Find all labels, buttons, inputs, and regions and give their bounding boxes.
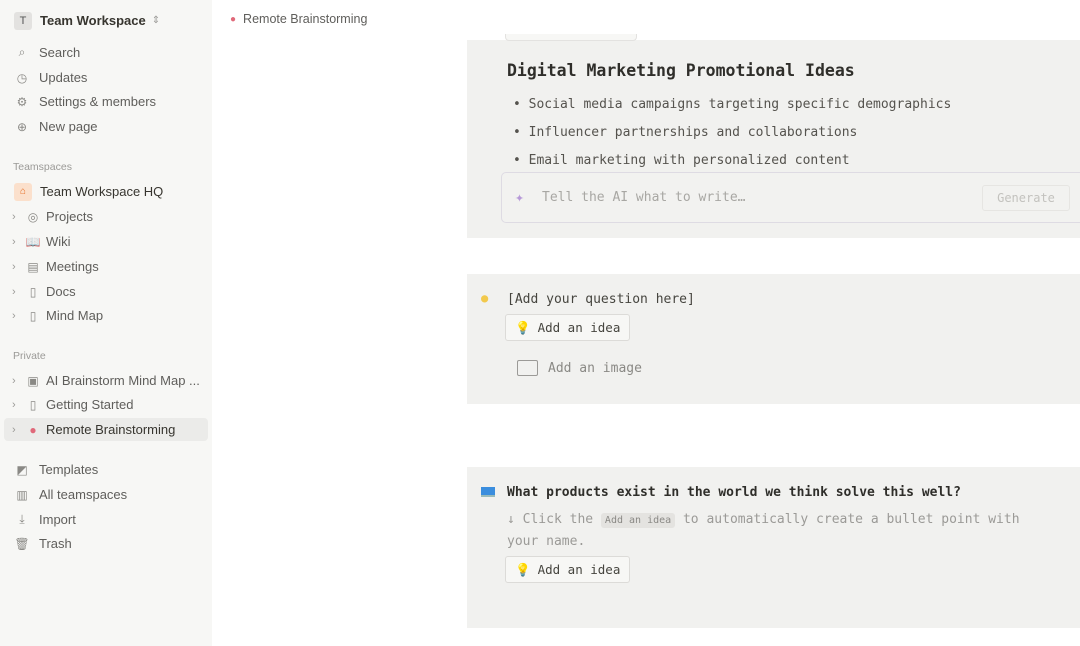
- chevron-right-icon[interactable]: ›: [12, 375, 22, 387]
- sidebar-item-updates[interactable]: ◷ Updates: [4, 66, 208, 89]
- button-label: Add an image: [548, 360, 642, 376]
- sidebar-item-templates[interactable]: ◩ Templates: [4, 458, 208, 481]
- sidebar-item-label: Search: [39, 45, 81, 60]
- search-icon: ⌕: [18, 45, 26, 59]
- gear-icon: ⚙: [16, 94, 28, 109]
- lightbulb-icon: ●: [481, 291, 489, 305]
- brain-icon: ●: [230, 13, 237, 25]
- question-text[interactable]: [Add your question here]: [507, 292, 695, 307]
- hint-chip: Add an idea: [600, 513, 676, 528]
- sidebar-item-label: Updates: [39, 70, 88, 85]
- sidebar-item-label: Team Workspace HQ: [40, 184, 164, 199]
- sidebar-item-trash[interactable]: 🗑 Trash: [4, 532, 208, 555]
- sidebar-item-label: Wiki: [46, 234, 71, 249]
- sparkle-icon: ✦: [515, 188, 525, 206]
- chevron-right-icon[interactable]: ›: [12, 399, 22, 411]
- page-icon: ▯: [29, 308, 37, 323]
- question-text[interactable]: What products exist in the world we thin…: [507, 485, 961, 500]
- sidebar-item-label: Projects: [46, 209, 93, 224]
- sidebar-item-team-hq[interactable]: ⌂ Team Workspace HQ: [4, 180, 208, 203]
- sidebar-item-meetings[interactable]: › ▤ Meetings: [4, 255, 208, 278]
- trash-icon: 🗑: [14, 536, 30, 551]
- chevron-right-icon[interactable]: ›: [12, 310, 22, 322]
- private-heading: Private: [13, 350, 46, 362]
- lightbulb-icon: 💡: [515, 561, 531, 577]
- sidebar-item-import[interactable]: ⤓ Import: [4, 508, 208, 531]
- sidebar-item-label: Docs: [46, 284, 76, 299]
- book-icon: 📖: [25, 234, 41, 249]
- calendar-icon: ▤: [27, 259, 39, 274]
- button-label: Add an idea: [537, 562, 621, 577]
- bullet-item: • Influencer partnerships and collaborat…: [513, 125, 858, 140]
- workspace-switcher[interactable]: T Team Workspace ⇕: [4, 9, 208, 32]
- sidebar: T Team Workspace ⇕ ⌕ Search ◷ Updates ⚙ Set…: [0, 0, 212, 646]
- add-idea-button[interactable]: 💡 Add an idea: [505, 314, 631, 341]
- chevron-right-icon[interactable]: ›: [12, 211, 22, 223]
- breadcrumb[interactable]: ● Remote Brainstorming: [230, 12, 367, 26]
- add-idea-button[interactable]: 💡 Add an idea: [505, 556, 631, 583]
- chevron-right-icon[interactable]: ›: [12, 261, 22, 273]
- sidebar-item-label: Import: [39, 512, 76, 527]
- sidebar-item-ai-brainstorm[interactable]: › ▣ AI Brainstorm Mind Map ...: [4, 369, 208, 392]
- sidebar-item-projects[interactable]: › ◎ Projects: [4, 205, 208, 228]
- ai-block-title: Digital Marketing Promotional Ideas: [507, 61, 855, 80]
- clock-icon: ◷: [16, 70, 28, 85]
- sidebar-item-wiki[interactable]: › 📖 Wiki: [4, 230, 208, 253]
- sidebar-item-getting-started[interactable]: › ▯ Getting Started: [4, 393, 208, 416]
- sidebar-item-label: Settings & members: [39, 94, 157, 109]
- generate-button[interactable]: Generate: [982, 185, 1070, 211]
- sidebar-item-docs[interactable]: › ▯ Docs: [4, 280, 208, 303]
- target-icon: ◎: [27, 209, 39, 224]
- ai-bullets: • Social media campaigns targeting speci…: [513, 91, 951, 175]
- document-icon: ▯: [29, 397, 37, 412]
- sidebar-item-label: Templates: [39, 462, 99, 477]
- sidebar-item-search[interactable]: ⌕ Search: [4, 41, 208, 64]
- lightbulb-icon: 💡: [515, 319, 531, 335]
- sidebar-item-label: New page: [39, 119, 98, 134]
- sidebar-item-new-page[interactable]: ⊕ New page: [4, 115, 208, 138]
- chevron-right-icon[interactable]: ›: [12, 424, 22, 436]
- sidebar-item-label: Getting Started: [46, 397, 134, 412]
- sidebar-item-label: Mind Map: [46, 308, 104, 323]
- chevron-updown-icon: ⇕: [151, 15, 161, 26]
- hint-text: ↓ Click the Add an idea to automatically…: [507, 512, 1020, 549]
- image-icon: [517, 360, 538, 376]
- sidebar-item-label: Meetings: [46, 259, 99, 274]
- workspace-avatar: T: [14, 11, 32, 30]
- sidebar-item-settings[interactable]: ⚙ Settings & members: [4, 90, 208, 113]
- import-icon: ⤓: [19, 512, 25, 526]
- sidebar-item-label: Remote Brainstorming: [46, 422, 176, 437]
- sidebar-item-label: AI Brainstorm Mind Map ...: [46, 373, 200, 388]
- brain-icon: ●: [29, 422, 37, 437]
- ai-block: Digital Marketing Promotional Ideas • So…: [467, 34, 1080, 238]
- button-label: Add an idea: [537, 320, 621, 335]
- sidebar-item-label: All teamspaces: [39, 487, 128, 502]
- ai-prompt-input[interactable]: ✦ Tell the AI what to write… Generate: [501, 172, 1080, 223]
- block-tab[interactable]: [505, 34, 637, 41]
- breadcrumb-page[interactable]: Remote Brainstorming: [243, 12, 367, 26]
- laptop-icon: [481, 487, 495, 497]
- home-icon: ⌂: [14, 182, 32, 201]
- templates-icon: ◩: [16, 462, 28, 477]
- teamspaces-heading: Teamspaces: [13, 161, 72, 173]
- products-block: What products exist in the world we thin…: [467, 467, 1080, 628]
- sidebar-item-mind-map[interactable]: › ▯ Mind Map: [4, 304, 208, 327]
- bullet-item: • Social media campaigns targeting speci…: [513, 97, 952, 112]
- board-icon: ▣: [27, 373, 39, 388]
- workspace-name: Team Workspace: [40, 13, 146, 28]
- sidebar-item-remote-brainstorming[interactable]: › ● Remote Brainstorming: [4, 418, 208, 441]
- chevron-right-icon[interactable]: ›: [12, 286, 22, 298]
- question-block: ● [Add your question here] 💡 Add an idea …: [467, 274, 1080, 404]
- sidebar-item-label: Trash: [39, 536, 72, 551]
- ai-prompt-placeholder: Tell the AI what to write…: [542, 190, 746, 205]
- building-icon: ▥: [16, 487, 28, 502]
- chevron-right-icon[interactable]: ›: [12, 236, 22, 248]
- bullet-item: • Email marketing with personalized cont…: [513, 153, 850, 168]
- add-image-button[interactable]: Add an image: [517, 360, 642, 376]
- sidebar-item-all-teamspaces[interactable]: ▥ All teamspaces: [4, 483, 208, 506]
- document-icon: ▯: [29, 284, 37, 299]
- plus-circle-icon: ⊕: [16, 119, 28, 134]
